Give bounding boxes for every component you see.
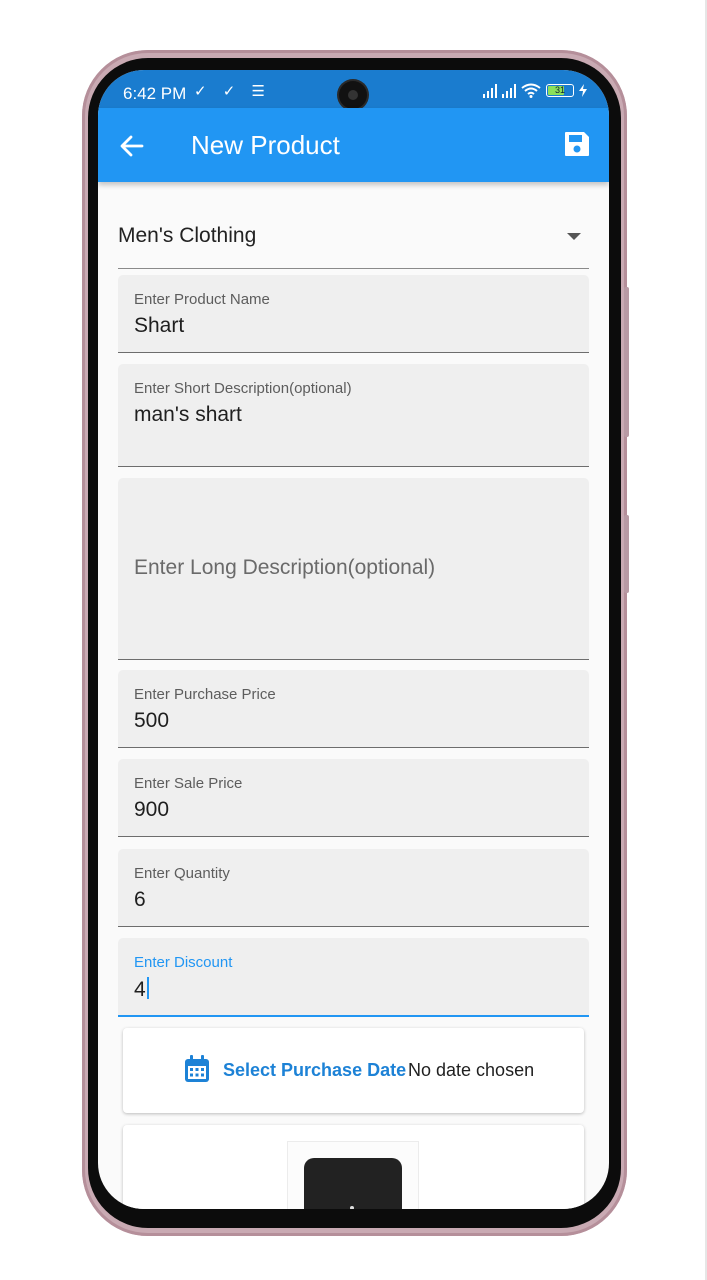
notification-icons: ✓ ✓ ☰ (194, 83, 271, 100)
discount-label: Enter Discount (134, 954, 233, 971)
sale-price-field[interactable]: Enter Sale Price 900 (118, 759, 589, 837)
signal-icon-2 (502, 83, 516, 98)
signal-icon (483, 83, 497, 98)
short-description-value: man's shart (134, 403, 242, 426)
front-camera (339, 81, 367, 109)
status-time: 6:42 PM (123, 84, 187, 103)
discount-field[interactable]: Enter Discount 4 (118, 938, 589, 1017)
volume-button (624, 287, 629, 437)
purchase-date-value: No date chosen (408, 1060, 535, 1080)
quantity-label: Enter Quantity (134, 865, 230, 882)
short-description-label: Enter Short Description(optional) (134, 380, 352, 397)
category-dropdown[interactable]: Men's Clothing (118, 212, 589, 269)
battery-level: 31 (554, 85, 565, 95)
category-selected-value: Men's Clothing (118, 224, 257, 247)
quantity-field[interactable]: Enter Quantity 6 (118, 849, 589, 927)
pick-image-button[interactable] (304, 1158, 402, 1209)
purchase-price-label: Enter Purchase Price (134, 686, 276, 703)
battery-icon: 31 (546, 84, 574, 97)
quantity-value: 6 (134, 888, 146, 911)
discount-value-wrap: 4 (134, 977, 149, 1002)
save-icon[interactable] (563, 130, 591, 158)
long-description-field[interactable]: Enter Long Description(optional) (118, 478, 589, 660)
charging-icon (579, 84, 587, 97)
long-description-placeholder: Enter Long Description(optional) (134, 556, 436, 579)
purchase-date-card: Select Purchase Date No date chosen (123, 1028, 584, 1113)
sale-price-label: Enter Sale Price (134, 775, 243, 792)
dropdown-arrow-icon (567, 233, 581, 240)
status-bar: 6:42 PM ✓ ✓ ☰ 31 (98, 70, 609, 109)
app-bar: New Product (98, 108, 609, 182)
sale-price-value: 900 (134, 798, 170, 821)
short-description-field[interactable]: Enter Short Description(optional) man's … (118, 364, 589, 467)
discount-value: 4 (134, 978, 146, 1001)
product-name-label: Enter Product Name (134, 291, 270, 308)
wifi-icon (521, 83, 541, 98)
phone-screen: 6:42 PM ✓ ✓ ☰ 31 New Product Men's Cloth… (98, 70, 609, 1209)
purchase-price-value: 500 (134, 709, 170, 732)
purchase-price-field[interactable]: Enter Purchase Price 500 (118, 670, 589, 748)
product-name-field[interactable]: Enter Product Name Shart (118, 275, 589, 353)
image-picker-card (123, 1125, 584, 1209)
product-name-value: Shart (134, 314, 185, 337)
page-title: New Product (191, 130, 340, 160)
back-arrow-icon[interactable] (118, 132, 146, 160)
power-button (624, 515, 629, 593)
select-purchase-date-button[interactable]: Select Purchase Date (223, 1060, 406, 1081)
text-cursor (146, 977, 149, 999)
calendar-icon[interactable] (184, 1055, 210, 1083)
status-right-icons: 31 (483, 83, 587, 98)
